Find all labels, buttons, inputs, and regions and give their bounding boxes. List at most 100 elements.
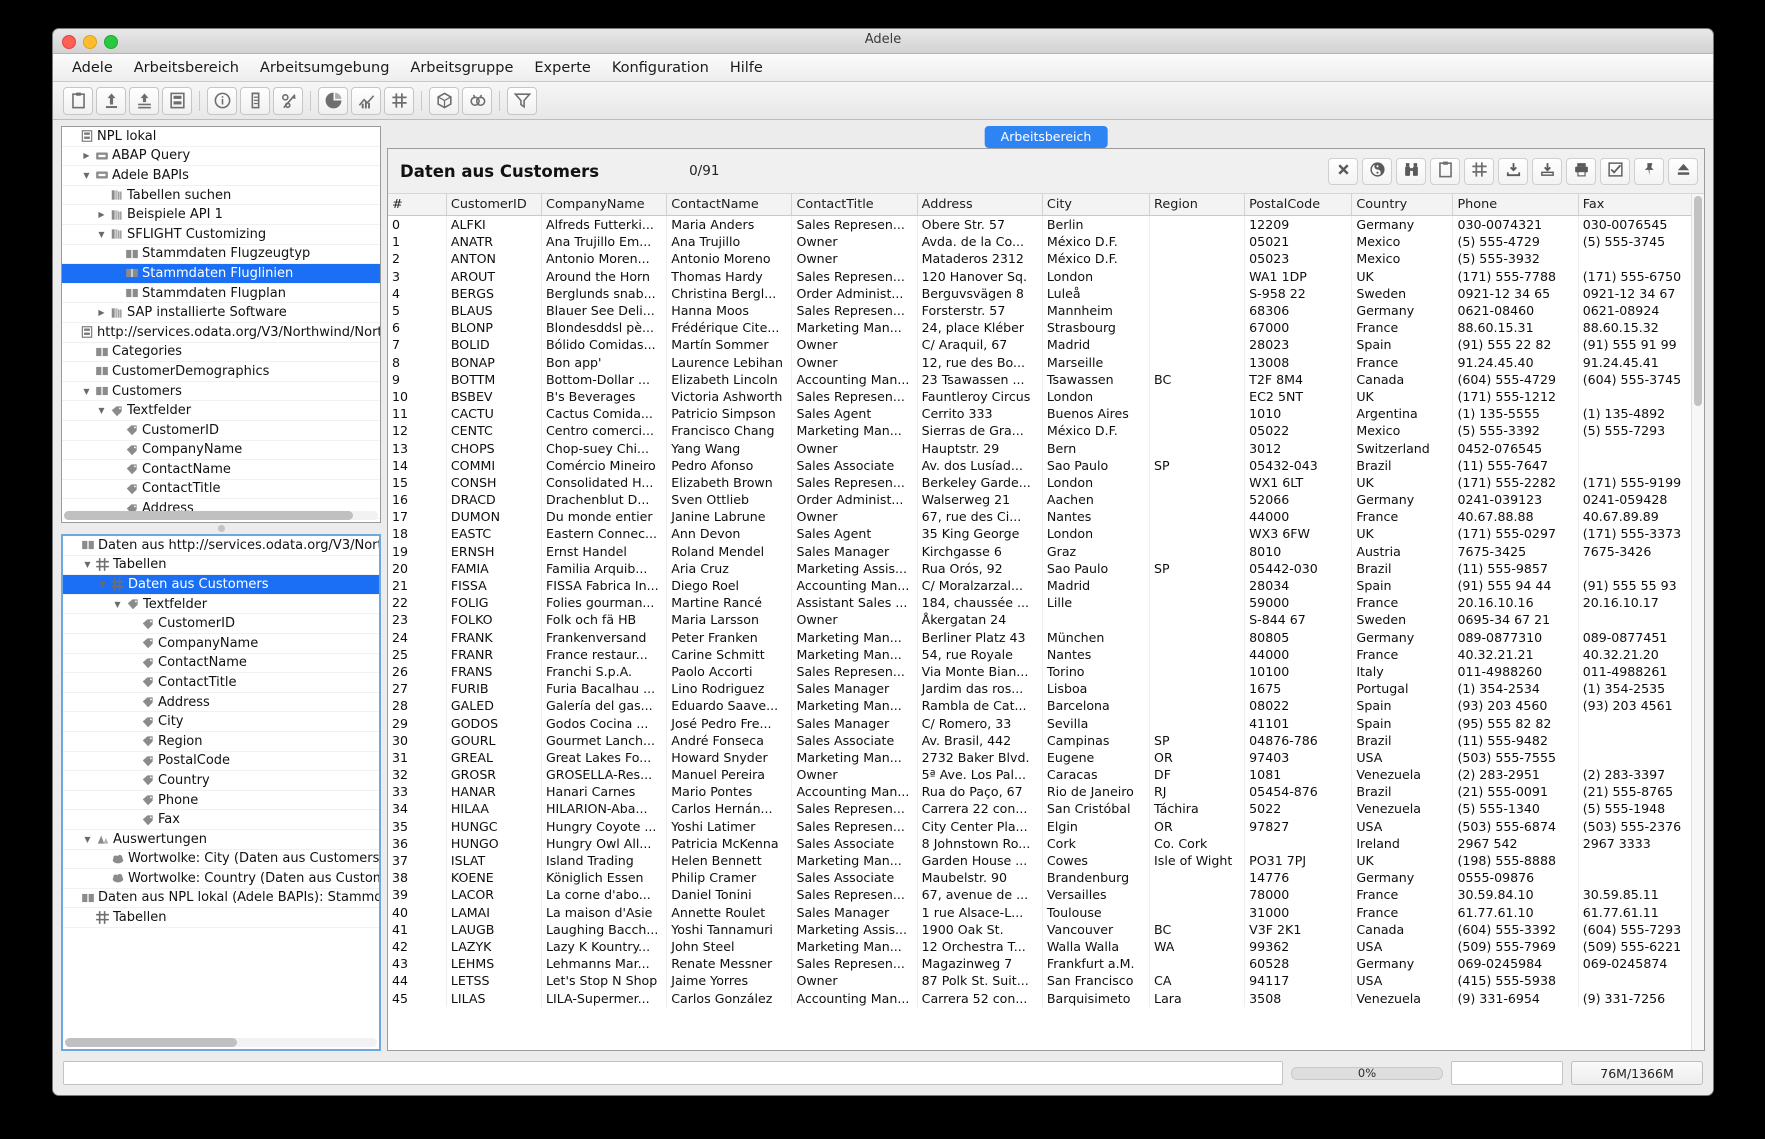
table-cell[interactable]: (5) 555-1948 [1578,800,1704,818]
panel-yin-yang-button[interactable] [1362,157,1392,185]
table-cell[interactable]: Lara [1149,989,1246,1007]
table-cell[interactable]: 20 [388,559,447,577]
grid-vscrollbar[interactable] [1691,194,1704,1050]
table-cell[interactable]: Marketing Assis... [791,920,918,938]
table-cell[interactable]: Ana Trujillo [666,233,793,251]
table-cell[interactable]: 91.24.45.40 [1452,353,1579,371]
table-cell[interactable]: Elizabeth Lincoln [666,370,793,388]
table-cell[interactable] [1149,542,1246,560]
table-cell[interactable]: 28023 [1244,336,1353,354]
table-cell[interactable]: London [1042,473,1151,491]
table-cell[interactable]: 43 [388,955,447,973]
table-cell[interactable]: Hanari Carnes [541,783,668,801]
data-grid[interactable]: # CustomerID CompanyName ContactName Contact… [388,194,1704,1007]
table-cell[interactable]: Helen Bennett [666,851,793,870]
table-cell[interactable]: 44 [388,972,447,990]
table-cell[interactable]: Toulouse [1042,903,1151,921]
table-cell[interactable]: 28034 [1244,576,1353,595]
table-cell[interactable]: 0555-09876 [1452,869,1579,887]
table-cell[interactable]: Mannheim [1042,301,1151,320]
table-cell[interactable]: Barquisimeto [1042,989,1151,1007]
table-cell[interactable]: 67, rue des Ci... [917,508,1043,526]
table-cell[interactable]: Frédérique Cite... [666,319,793,337]
table-cell[interactable]: 27 [388,680,447,698]
table-cell[interactable]: Patricia McKenna [666,834,793,852]
table-cell[interactable]: France [1351,319,1454,337]
table-row[interactable]: 1 ANATR Ana Trujillo Em... Ana Trujillo Owne… [388,233,1704,251]
table-cell[interactable] [1149,645,1246,663]
table-cell[interactable]: 37 [388,851,447,870]
panel-binoculars-button[interactable] [1396,157,1426,185]
table-cell[interactable]: Sales Represen... [791,817,918,835]
tree-node[interactable]: CompanyName [62,441,380,461]
table-cell[interactable]: 44000 [1244,508,1353,526]
table-cell[interactable]: EASTC [446,525,543,543]
table-cell[interactable]: Sevilla [1042,714,1151,732]
table-cell[interactable]: HUNGO [446,834,543,852]
table-cell[interactable]: Canada [1351,370,1454,388]
table-row[interactable]: 20 FAMIA Familia Arquib... Aria Cruz Marketi… [388,559,1704,577]
table-cell[interactable]: Alfreds Futterki... [541,215,668,234]
tree-node[interactable]: ▼ SFLIGHT Customizing [62,225,380,245]
tree-node[interactable]: CustomerID [63,614,379,634]
table-cell[interactable]: Madrid [1042,576,1151,595]
panel-checkbox-button[interactable] [1600,157,1630,185]
table-cell[interactable]: (171) 555-9199 [1578,473,1704,491]
table-row[interactable]: 23 FOLKO Folk och fä HB Maria Larsson Owner Å… [388,611,1704,629]
table-cell[interactable]: Drachenblut D... [541,491,668,509]
table-cell[interactable]: GROSELLA-Res... [541,766,668,784]
table-cell[interactable]: UK [1351,267,1454,285]
table-cell[interactable]: Maria Larsson [666,611,793,629]
table-cell[interactable]: 8 Johnstown Ro... [917,834,1043,852]
table-cell[interactable]: Mario Pontes [666,783,793,801]
table-row[interactable]: 31 GREAL Great Lakes Fo... Howard Snyder Mar… [388,748,1704,766]
table-cell[interactable]: Berglunds snab... [541,284,668,302]
table-cell[interactable]: (93) 203 4560 [1452,697,1579,715]
chevron-down-icon[interactable]: ▼ [96,580,109,589]
table-cell[interactable] [1149,439,1246,457]
tree-node[interactable]: ContactName [62,460,380,480]
memory-indicator[interactable]: 76M/1366M [1571,1061,1703,1085]
table-cell[interactable]: 24, place Kléber [917,319,1043,337]
table-cell[interactable]: Laughing Bacch... [541,920,668,938]
table-cell[interactable]: DRACD [446,491,543,509]
table-cell[interactable]: ANATR [446,233,543,251]
table-cell[interactable]: 40.32.21.21 [1452,645,1579,663]
table-cell[interactable]: Manuel Pereira [666,766,793,784]
table-cell[interactable]: Sales Represen... [791,301,918,320]
table-cell[interactable]: FOLIG [446,594,543,612]
table-cell[interactable]: S-958 22 [1244,284,1353,302]
table-cell[interactable]: CONSH [446,473,543,491]
table-cell[interactable] [1149,680,1246,698]
table-row[interactable]: 14 COMMI Comércio Mineiro Pedro Afonso Sales… [388,456,1704,474]
table-cell[interactable]: 11 [388,405,447,423]
table-cell[interactable]: 2 [388,250,447,268]
table-cell[interactable]: Italy [1351,662,1454,681]
table-cell[interactable]: Av. Brasil, 442 [917,731,1043,749]
tree-node[interactable]: CustomerID [62,421,380,441]
table-cell[interactable]: Rambla de Cat... [917,697,1043,715]
table-cell[interactable] [1149,628,1246,646]
toolbar-filter-button[interactable] [507,86,537,115]
table-cell[interactable]: Co. Cork [1149,834,1246,852]
table-cell[interactable]: Nantes [1042,645,1151,663]
table-cell[interactable]: 52066 [1244,491,1353,509]
table-cell[interactable]: Sweden [1351,611,1454,629]
table-cell[interactable]: Campinas [1042,731,1151,749]
table-cell[interactable]: 23 Tsawassen ... [917,370,1043,388]
table-cell[interactable]: (503) 555-7555 [1452,748,1579,766]
table-cell[interactable]: 22 [388,594,447,612]
table-cell[interactable]: Venezuela [1351,989,1454,1007]
column-header-region[interactable]: Region [1149,194,1246,216]
tree-node-selected[interactable]: Stammdaten Fluglinien [62,264,380,284]
table-cell[interactable]: (171) 555-6750 [1578,267,1704,285]
table-cell[interactable]: RJ [1149,783,1246,801]
panel-clipboard-button[interactable] [1430,157,1460,185]
table-cell[interactable]: Marketing Man... [791,851,918,870]
table-cell[interactable]: Sierras de Gra... [917,422,1043,440]
menu-item-arbeitsbereich[interactable]: Arbeitsbereich [125,57,248,79]
table-cell[interactable]: 13008 [1244,353,1353,371]
table-cell[interactable]: C/ Araquil, 67 [917,336,1043,354]
table-cell[interactable]: (9) 331-7256 [1578,989,1704,1007]
table-cell[interactable]: FISSA [446,576,543,595]
